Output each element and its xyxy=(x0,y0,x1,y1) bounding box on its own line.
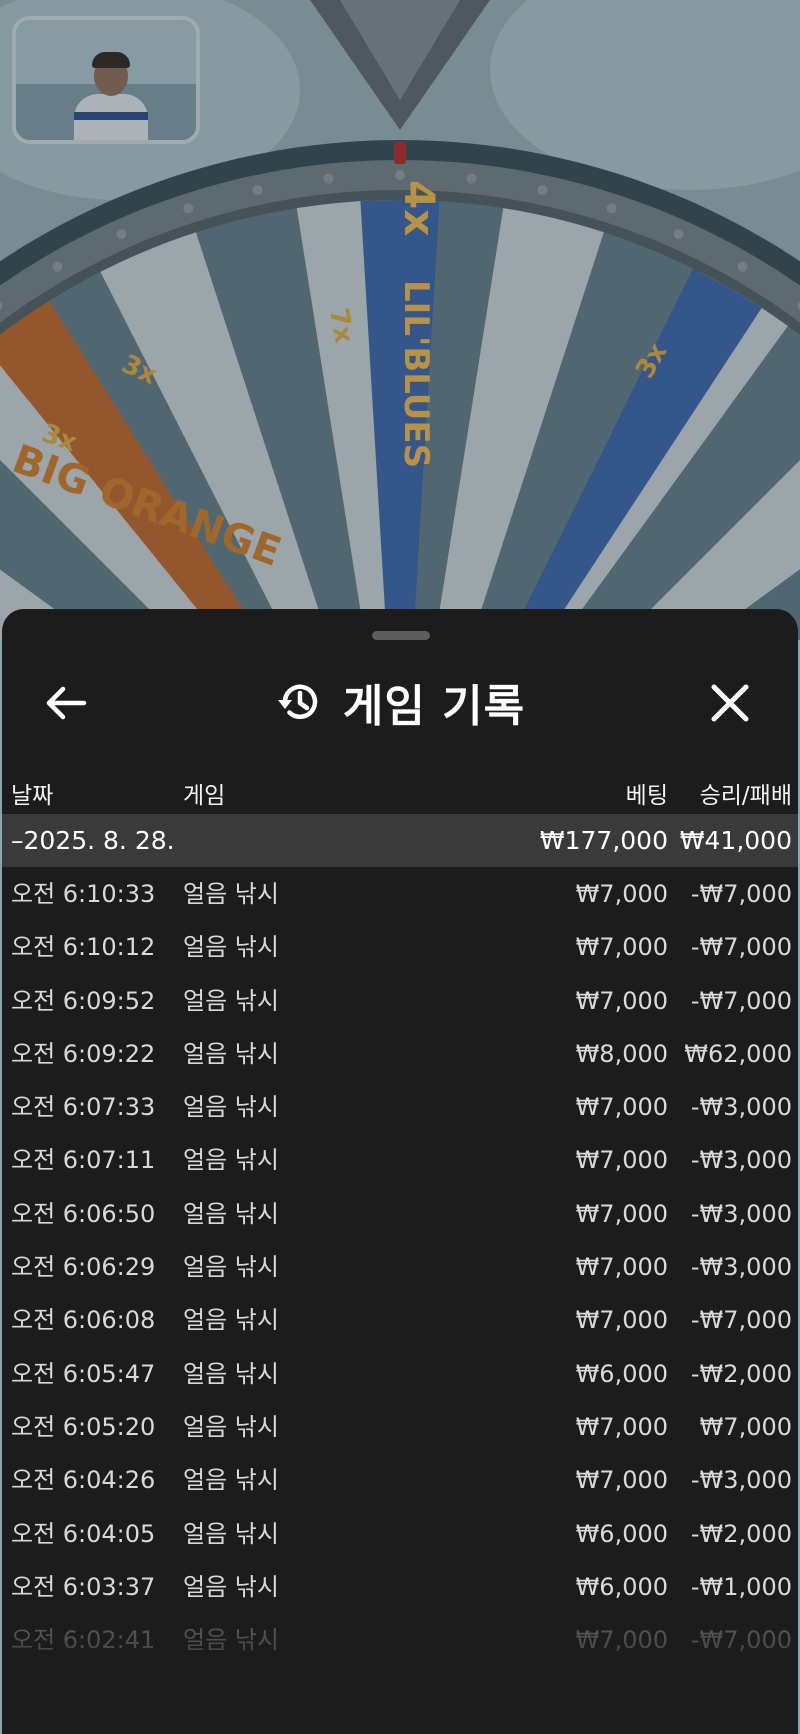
row-bet: ₩7,000 xyxy=(575,1199,668,1228)
table-row[interactable]: 오전 6:06:08 얼음 낚시 ₩7,000 -₩7,000 xyxy=(2,1294,798,1347)
row-time: 오전 6:05:20 xyxy=(11,1412,156,1441)
title-group: 게임 기록 xyxy=(2,659,798,745)
row-bet: ₩7,000 xyxy=(575,1093,668,1122)
row-game: 얼음 낚시 xyxy=(183,1359,279,1388)
row-result: -₩3,000 xyxy=(690,1199,792,1228)
row-time: 오전 6:02:41 xyxy=(11,1626,156,1655)
date-group-total-win-loss: ₩41,000 xyxy=(679,826,792,855)
row-game: 얼음 낚시 xyxy=(183,1253,279,1282)
row-time: 오전 6:04:26 xyxy=(11,1466,156,1495)
row-result: -₩7,000 xyxy=(690,1626,792,1655)
row-game: 얼음 낚시 xyxy=(183,1412,279,1441)
table-row[interactable]: 오전 6:09:22 얼음 낚시 ₩8,000 ₩62,000 xyxy=(2,1028,798,1081)
row-game: 얼음 낚시 xyxy=(183,986,279,1015)
scene-dim-overlay xyxy=(0,0,800,640)
sheet-header: 게임 기록 xyxy=(2,659,798,745)
row-result: -₩7,000 xyxy=(690,933,792,962)
row-game: 얼음 낚시 xyxy=(183,1146,279,1175)
row-time: 오전 6:09:22 xyxy=(11,1039,156,1068)
table-row[interactable]: 오전 6:06:50 얼음 낚시 ₩7,000 -₩3,000 xyxy=(2,1188,798,1241)
row-result: ₩62,000 xyxy=(684,1039,792,1068)
row-result: -₩3,000 xyxy=(690,1093,792,1122)
close-x-icon xyxy=(709,682,751,724)
row-bet: ₩7,000 xyxy=(575,880,668,908)
row-game: 얼음 낚시 xyxy=(183,880,279,908)
drag-handle[interactable] xyxy=(372,631,430,640)
row-game: 얼음 낚시 xyxy=(183,1306,279,1335)
row-game: 얼음 낚시 xyxy=(183,1039,279,1068)
row-bet: ₩7,000 xyxy=(575,1626,668,1655)
row-result: -₩2,000 xyxy=(690,1359,792,1388)
row-bet: ₩7,000 xyxy=(575,933,668,962)
date-group-total-bet: ₩177,000 xyxy=(539,826,668,855)
date-group-label: –2025. 8. 28. xyxy=(11,826,175,855)
table-row[interactable]: 오전 6:10:33 얼음 낚시 ₩7,000 -₩7,000 xyxy=(2,868,798,921)
row-bet: ₩7,000 xyxy=(575,986,668,1015)
row-bet: ₩6,000 xyxy=(575,1519,668,1548)
page-title: 게임 기록 xyxy=(342,681,526,732)
row-bet: ₩7,000 xyxy=(575,1146,668,1175)
table-row[interactable]: 오전 6:10:12 얼음 낚시 ₩7,000 -₩7,000 xyxy=(2,921,798,974)
row-result: -₩3,000 xyxy=(690,1466,792,1495)
row-bet: ₩7,000 xyxy=(575,1306,668,1335)
table-row[interactable]: 오전 6:05:20 얼음 낚시 ₩7,000 ₩7,000 xyxy=(2,1401,798,1454)
row-time: 오전 6:10:12 xyxy=(11,933,156,962)
row-result: -₩1,000 xyxy=(690,1572,792,1601)
game-history-sheet: 게임 기록 날짜 게임 베팅 승리/패배 –2025. 8. 28. ₩177,… xyxy=(2,609,798,1734)
row-time: 오전 6:06:29 xyxy=(11,1253,156,1282)
row-time: 오전 6:05:47 xyxy=(11,1359,156,1388)
row-time: 오전 6:10:33 xyxy=(11,880,156,908)
row-result: -₩7,000 xyxy=(690,880,792,908)
row-result: -₩2,000 xyxy=(690,1519,792,1548)
row-game: 얼음 낚시 xyxy=(183,1626,279,1655)
history-clock-icon xyxy=(275,678,323,726)
table-row[interactable]: 오전 6:05:47 얼음 낚시 ₩6,000 -₩2,000 xyxy=(2,1348,798,1401)
row-result: ₩7,000 xyxy=(699,1412,792,1441)
row-bet: ₩7,000 xyxy=(575,1253,668,1282)
row-game: 얼음 낚시 xyxy=(183,1519,279,1548)
row-game: 얼음 낚시 xyxy=(183,1199,279,1228)
row-time: 오전 6:07:33 xyxy=(11,1093,156,1122)
row-game: 얼음 낚시 xyxy=(183,1093,279,1122)
row-time: 오전 6:09:52 xyxy=(11,986,156,1015)
date-group-row[interactable]: –2025. 8. 28. ₩177,000 ₩41,000 xyxy=(2,814,798,867)
table-row[interactable]: 오전 6:06:29 얼음 낚시 ₩7,000 -₩3,000 xyxy=(2,1241,798,1294)
row-bet: ₩7,000 xyxy=(575,1466,668,1495)
back-button[interactable] xyxy=(40,677,92,729)
close-button[interactable] xyxy=(702,675,758,731)
row-bet: ₩8,000 xyxy=(575,1039,668,1068)
row-result: -₩3,000 xyxy=(690,1253,792,1282)
row-game: 얼음 낚시 xyxy=(183,1572,279,1601)
history-rows: 오전 6:10:33 얼음 낚시 ₩7,000 -₩7,000 오전 6:10:12 얼음… xyxy=(2,868,798,1667)
table-row[interactable]: 오전 6:07:11 얼음 낚시 ₩7,000 -₩3,000 xyxy=(2,1134,798,1187)
row-time: 오전 6:04:05 xyxy=(11,1519,156,1548)
table-row[interactable]: 오전 6:03:37 얼음 낚시 ₩6,000 -₩1,000 xyxy=(2,1561,798,1614)
row-time: 오전 6:03:37 xyxy=(11,1572,156,1601)
table-row[interactable]: 오전 6:04:26 얼음 낚시 ₩7,000 -₩3,000 xyxy=(2,1454,798,1507)
row-time: 오전 6:07:11 xyxy=(11,1146,156,1175)
row-result: -₩7,000 xyxy=(690,1306,792,1335)
row-game: 얼음 낚시 xyxy=(183,933,279,962)
table-row[interactable]: 오전 6:02:41 얼음 낚시 ₩7,000 -₩7,000 xyxy=(2,1614,798,1667)
row-time: 오전 6:06:08 xyxy=(11,1306,156,1335)
row-result: -₩3,000 xyxy=(690,1146,792,1175)
row-bet: ₩6,000 xyxy=(575,1359,668,1388)
row-bet: ₩6,000 xyxy=(575,1572,668,1601)
row-game: 얼음 낚시 xyxy=(183,1466,279,1495)
table-row[interactable]: 오전 6:07:33 얼음 낚시 ₩7,000 -₩3,000 xyxy=(2,1081,798,1134)
arrow-left-icon xyxy=(44,685,88,721)
row-bet: ₩7,000 xyxy=(575,1412,668,1441)
table-row[interactable]: 오전 6:04:05 얼음 낚시 ₩6,000 -₩2,000 xyxy=(2,1508,798,1561)
row-time: 오전 6:06:50 xyxy=(11,1199,156,1228)
row-result: -₩7,000 xyxy=(690,986,792,1015)
table-row[interactable]: 오전 6:09:52 얼음 낚시 ₩7,000 -₩7,000 xyxy=(2,975,798,1028)
